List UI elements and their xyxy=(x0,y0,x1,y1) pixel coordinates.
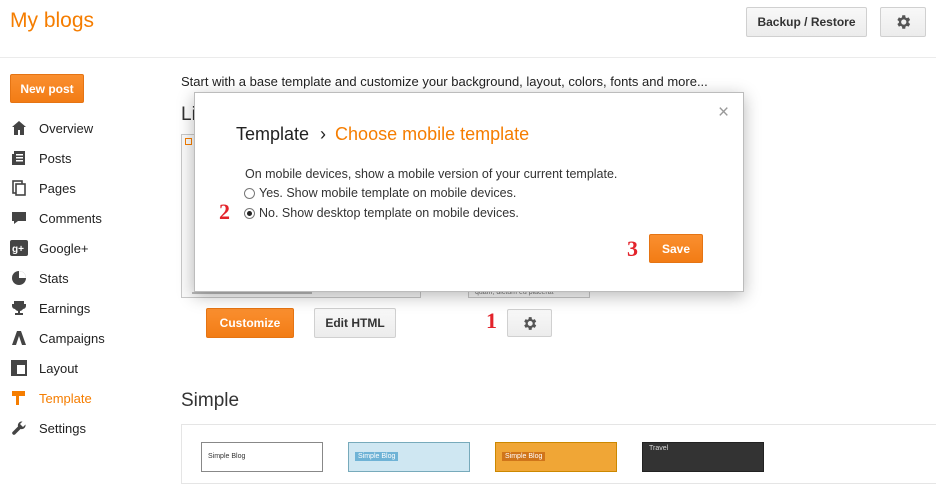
sidebar-item-template[interactable]: Template xyxy=(10,383,92,413)
sidebar-item-layout[interactable]: Layout xyxy=(10,353,78,383)
thumb-title: Simple Blog xyxy=(208,453,246,460)
intro-text: Start with a base template and customize… xyxy=(181,74,708,89)
sidebar-item-settings[interactable]: Settings xyxy=(10,413,86,443)
sidebar-item-google-plus[interactable]: g+ Google+ xyxy=(10,233,89,263)
pie-chart-icon xyxy=(10,269,28,287)
pages-icon xyxy=(10,179,28,197)
gear-icon xyxy=(897,15,911,29)
posts-icon xyxy=(10,149,28,167)
thumb-title: Simple Blog xyxy=(502,452,546,461)
sidebar-item-pages[interactable]: Pages xyxy=(10,173,76,203)
simple-template-thumb[interactable]: Simple Blog xyxy=(201,442,323,472)
sidebar-item-label: Settings xyxy=(39,420,86,436)
option-yes-label: Yes. Show mobile template on mobile devi… xyxy=(259,186,517,200)
thumb-title: Simple Blog xyxy=(355,452,399,461)
new-post-button[interactable]: New post xyxy=(10,74,84,103)
google-plus-icon: g+ xyxy=(10,239,28,257)
mobile-settings-button[interactable] xyxy=(507,309,552,337)
choose-mobile-template-dialog: Template › Choose mobile template × On mob… xyxy=(194,92,744,292)
radio-yes[interactable] xyxy=(244,187,255,199)
preview-marker xyxy=(185,138,192,145)
option-no-label: No. Show desktop template on mobile devi… xyxy=(259,206,519,220)
close-icon[interactable]: × xyxy=(718,102,729,124)
sidebar-item-label: Posts xyxy=(39,150,72,166)
sidebar-item-label: Campaigns xyxy=(39,330,105,346)
backup-restore-button[interactable]: Backup / Restore xyxy=(746,7,867,37)
simple-template-thumb[interactable]: Travel xyxy=(642,442,764,472)
sidebar-item-campaigns[interactable]: Campaigns xyxy=(10,323,105,353)
simple-section-heading: Simple xyxy=(181,390,240,411)
svg-text:g+: g+ xyxy=(12,244,24,255)
sidebar-item-earnings[interactable]: Earnings xyxy=(10,293,90,323)
step-marker-1: 1 xyxy=(486,308,497,333)
layout-icon xyxy=(10,359,28,377)
sidebar-item-comments[interactable]: Comments xyxy=(10,203,102,233)
breadcrumb-separator: › xyxy=(320,124,327,144)
sidebar-item-label: Google+ xyxy=(39,240,89,256)
gear-icon xyxy=(524,316,537,330)
step-marker-3: 3 xyxy=(627,236,638,261)
comment-icon xyxy=(10,209,28,227)
sidebar-item-overview[interactable]: Overview xyxy=(10,113,93,143)
header-divider xyxy=(0,57,936,58)
settings-button[interactable] xyxy=(880,7,926,37)
simple-template-thumb[interactable]: Simple Blog xyxy=(348,442,470,472)
sidebar-item-label: Layout xyxy=(39,360,79,376)
radio-no[interactable] xyxy=(244,207,255,219)
adwords-icon xyxy=(10,329,28,347)
option-yes[interactable]: Yes. Show mobile template on mobile devi… xyxy=(244,184,516,202)
save-button[interactable]: Save xyxy=(649,234,703,263)
option-no[interactable]: No. Show desktop template on mobile devi… xyxy=(244,204,519,222)
step-marker-2: 2 xyxy=(219,199,230,224)
dialog-description: On mobile devices, show a mobile version… xyxy=(245,167,618,181)
trophy-icon xyxy=(10,299,28,317)
thumb-title: Travel xyxy=(649,445,669,452)
edit-html-button[interactable]: Edit HTML xyxy=(314,308,396,338)
sidebar-item-label: Stats xyxy=(39,270,69,286)
sidebar-item-stats[interactable]: Stats xyxy=(10,263,69,293)
sidebar-item-label: Template xyxy=(39,390,92,406)
sidebar-item-label: Overview xyxy=(39,120,94,136)
customize-button[interactable]: Customize xyxy=(206,308,294,338)
sidebar-item-label: Earnings xyxy=(39,300,91,316)
page-title: My blogs xyxy=(10,9,95,32)
bar-chart-icon xyxy=(10,119,28,137)
breadcrumb-current: Choose mobile template xyxy=(335,124,530,144)
simple-template-thumb[interactable]: Simple Blog xyxy=(495,442,617,472)
sidebar-item-label: Pages xyxy=(39,180,76,196)
sidebar-item-label: Comments xyxy=(39,210,102,226)
wrench-icon xyxy=(10,419,28,437)
sidebar-item-posts[interactable]: Posts xyxy=(10,143,72,173)
breadcrumb-root: Template xyxy=(236,124,310,144)
template-icon xyxy=(10,389,28,407)
dialog-title: Template › Choose mobile template xyxy=(236,124,529,145)
radio-selected-dot xyxy=(247,210,252,216)
preview-text-line xyxy=(192,292,312,294)
